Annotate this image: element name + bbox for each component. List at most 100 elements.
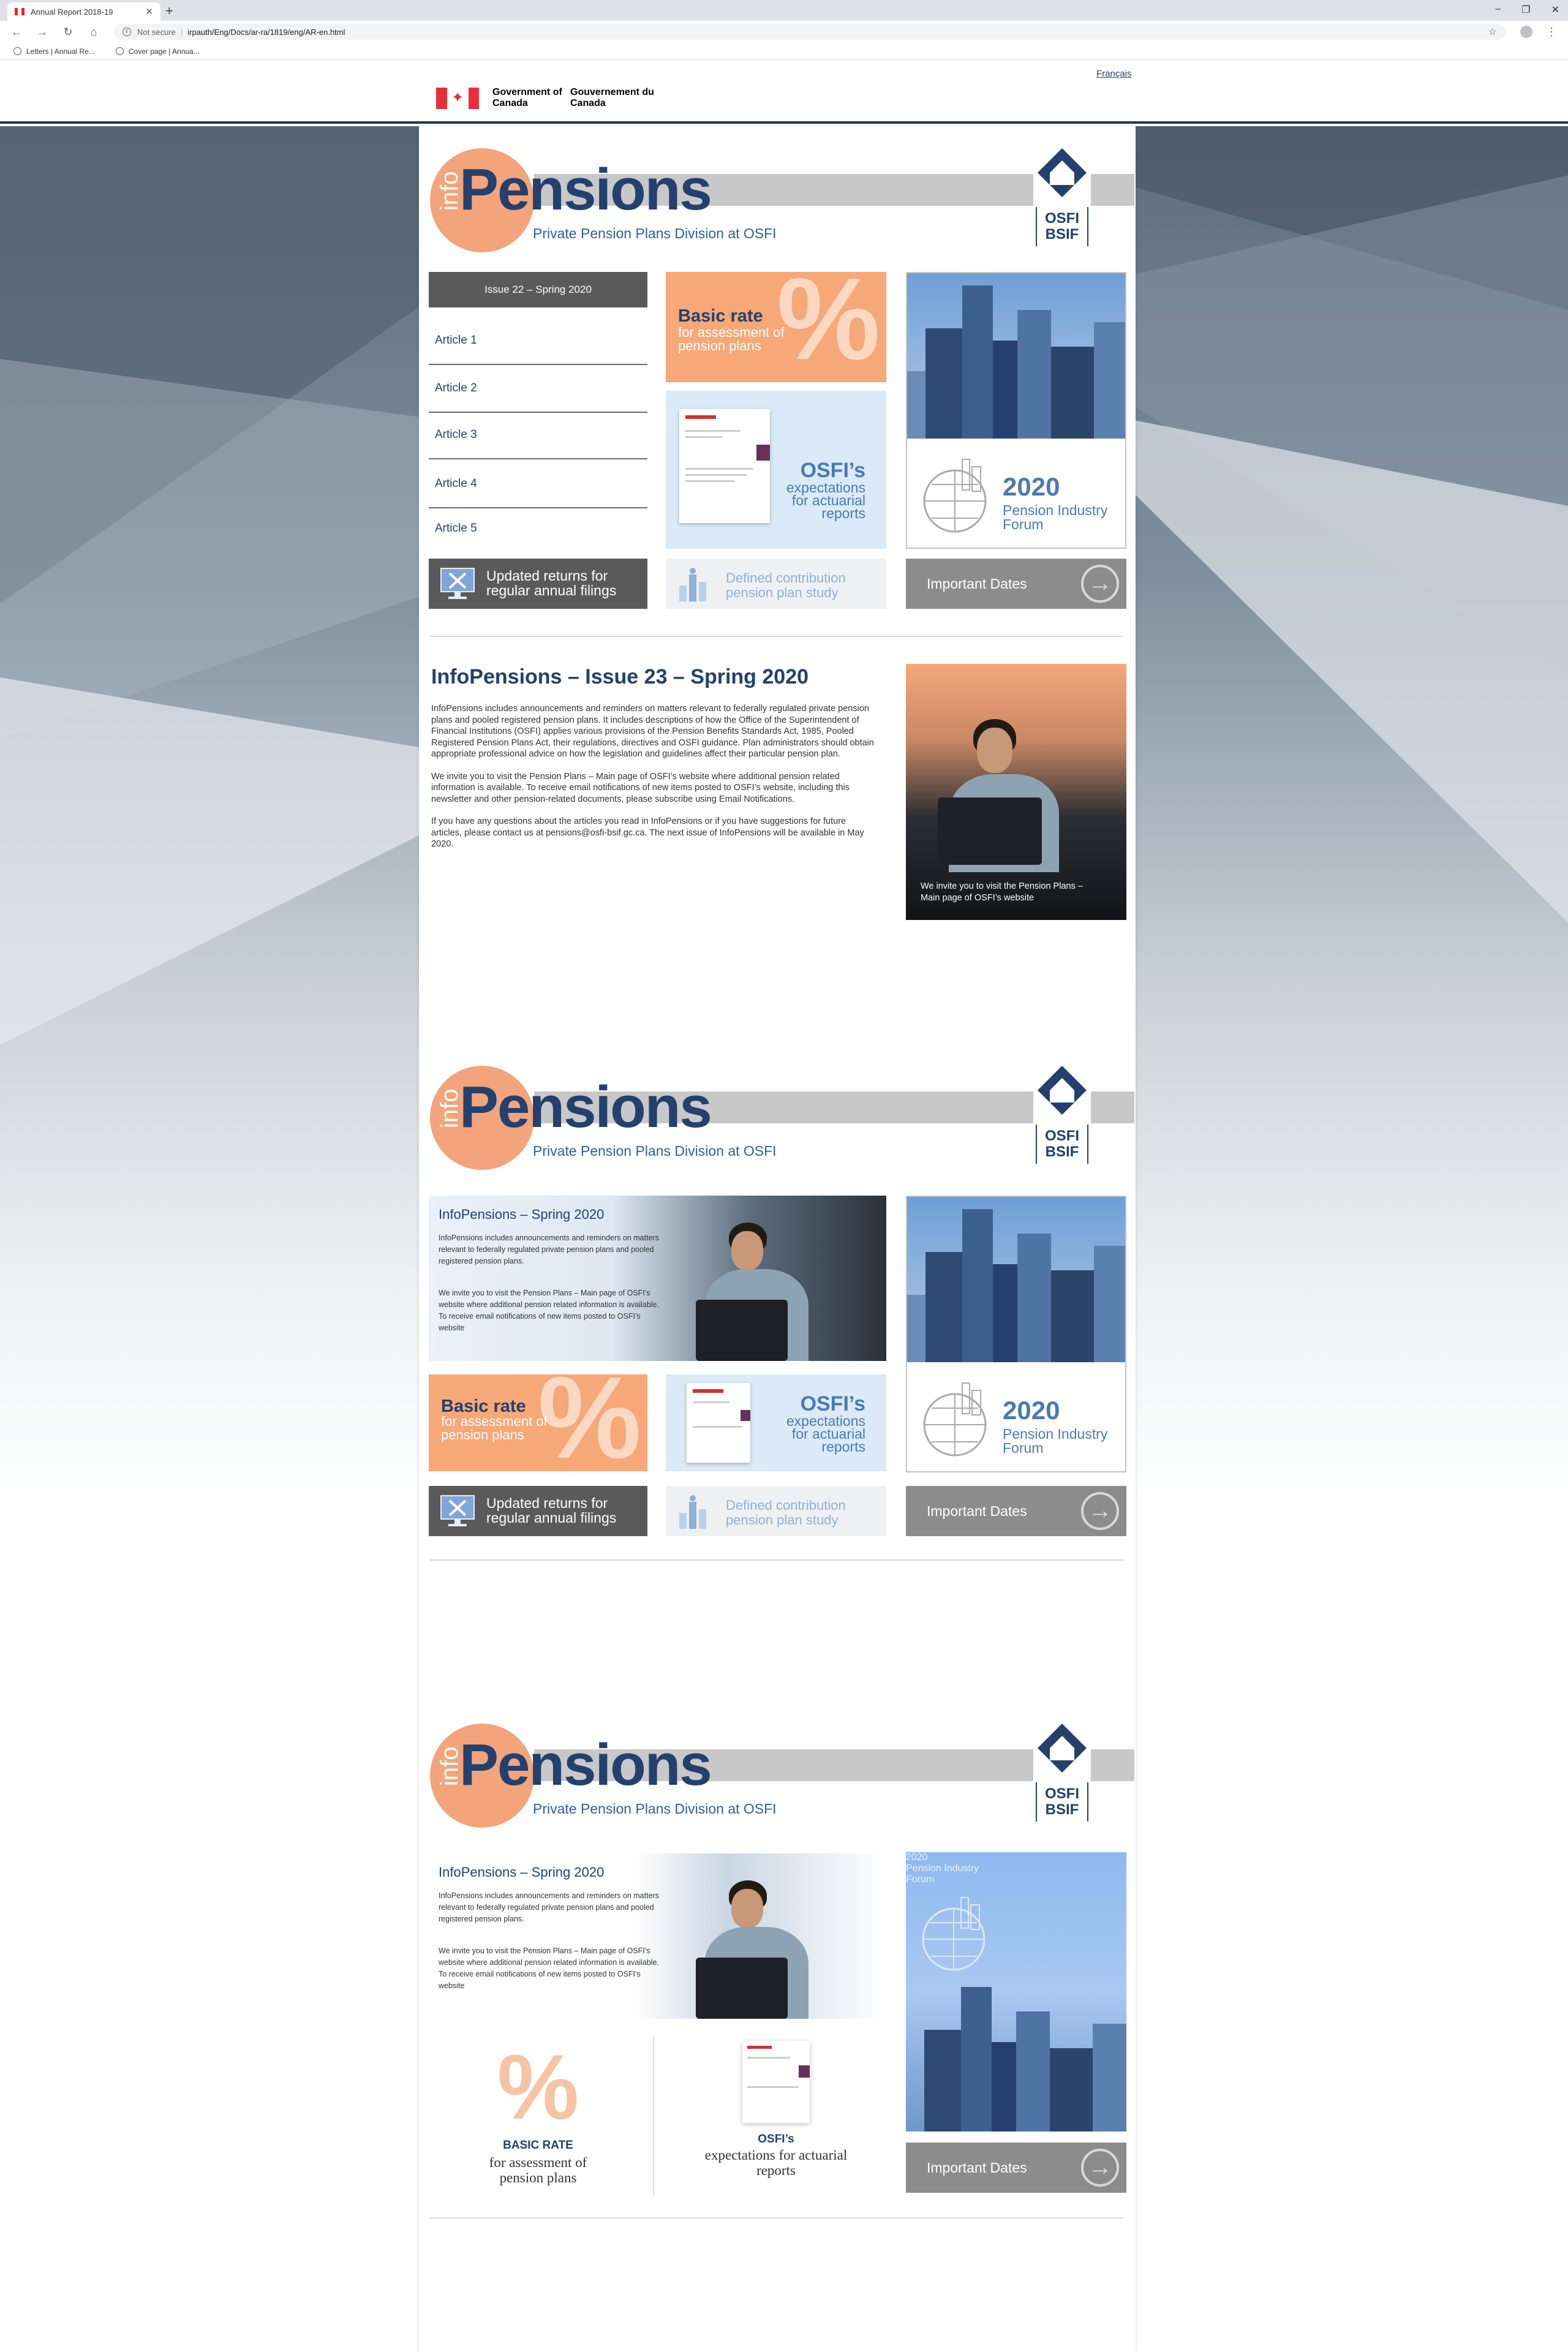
canada-flag-icon <box>15 8 24 15</box>
percent-icon: % <box>497 2035 579 2138</box>
forum-line1: Pension Industry <box>906 1863 979 1874</box>
osfi-mark-icon <box>1038 148 1087 197</box>
article-link-4[interactable]: Article 4 <box>429 461 647 508</box>
forum-line1: Pension Industry <box>1003 502 1108 518</box>
banner-title: Pensions <box>459 1732 712 1798</box>
address-bar[interactable]: i Not secure | irpauth/Eng/Docs/ar-ra/18… <box>114 24 1506 40</box>
report-cover-icon <box>687 1383 750 1463</box>
pension-forum-tile[interactable]: 2020 Pension Industry Forum <box>906 1852 1126 2132</box>
pension-forum-tile[interactable]: 2020 Pension Industry Forum <box>906 1196 1126 1472</box>
arrow-right-icon: → <box>1081 2149 1119 2187</box>
forum-year: 2020 <box>1003 1396 1060 1425</box>
osfi-expectations-line3: reports <box>821 1439 865 1455</box>
osfi-expectations-tile[interactable]: OSFI’s expectations for actuarial report… <box>666 391 886 549</box>
report-cover-icon <box>742 2041 810 2123</box>
globe-icon <box>115 47 124 55</box>
forward-icon[interactable]: → <box>37 26 48 39</box>
osfi-expectations-tile[interactable]: OSFI’s expectations for actuarial report… <box>666 1374 886 1471</box>
osfi-mark-icon <box>1038 1724 1087 1773</box>
new-tab-button[interactable]: + <box>165 4 173 18</box>
gc-signature[interactable]: ✦ Government of Canada Gouvernement du C… <box>436 87 656 109</box>
bookmark-item[interactable]: Cover page | Annua... <box>115 47 200 56</box>
basic-rate-tile[interactable]: % Basic rate for assessment of pension p… <box>666 272 886 382</box>
important-dates-tile[interactable]: Important Dates → <box>906 2143 1126 2193</box>
defined-contribution-tile[interactable]: Defined contribution pension plan study <box>666 1486 886 1536</box>
forum-year: 2020 <box>906 1852 928 1863</box>
banner-title: Pensions <box>459 1074 712 1140</box>
banner-title: Pensions <box>459 157 712 222</box>
defined-contribution-tile[interactable]: Defined contribution pension plan study <box>666 559 886 609</box>
logo-bsif-text: BSIF <box>1045 226 1079 243</box>
gov-name-fr: Gouvernement du Canada <box>570 87 654 108</box>
basic-rate-title: Basic rate <box>678 306 763 326</box>
updated-returns-line2: regular annual filings <box>486 1510 617 1526</box>
article-paragraph: InfoPensions includes announcements and … <box>431 704 874 759</box>
globe-city-icon <box>923 459 987 533</box>
defined-contribution-line1: Defined contribution <box>726 1498 846 1513</box>
home-icon[interactable]: ⌂ <box>88 26 99 39</box>
divider <box>430 1559 1123 1561</box>
menu-icon[interactable]: ⋮ <box>1546 26 1557 39</box>
feature-paragraph: InfoPensions includes announcements and … <box>439 1234 659 1265</box>
content-panel: info Pensions Private Pension Plans Divi… <box>419 126 1136 2352</box>
important-dates-label: Important Dates <box>927 576 1027 592</box>
feature-paragraph: InfoPensions includes announcements and … <box>439 1891 659 1923</box>
article-link-5[interactable]: Article 5 <box>429 505 647 552</box>
infopensions-feature-tile[interactable]: InfoPensions – Spring 2020 InfoPensions … <box>429 1853 886 2019</box>
article-paragraph: We invite you to visit the Pension Plans… <box>431 771 850 804</box>
defined-contribution-line2: pension plan study <box>726 1512 839 1528</box>
article-link-3[interactable]: Article 3 <box>429 412 647 459</box>
pension-forum-tile[interactable]: 2020 Pension Industry Forum <box>906 272 1126 549</box>
bar-chart-icon <box>679 568 706 601</box>
minimize-icon[interactable]: – <box>1495 4 1501 16</box>
url-text: irpauth/Eng/Docs/ar-ra/1819/eng/AR-en.ht… <box>187 27 345 37</box>
language-toggle-link[interactable]: Français <box>1096 69 1132 79</box>
logo-osfi-text: OSFI <box>1044 1128 1079 1144</box>
important-dates-tile[interactable]: Important Dates → <box>906 559 1126 609</box>
city-skyline-image <box>907 273 1125 439</box>
man-laptop-photo[interactable]: We invite you to visit the Pension Plans… <box>906 664 1126 920</box>
osfi-expectations-link[interactable]: OSFI’s expectations for actuarial report… <box>666 2041 886 2178</box>
monitor-tools-icon <box>440 568 475 599</box>
globe-city-icon <box>922 1897 986 1971</box>
bookmark-label: Letters | Annual Re... <box>26 47 95 56</box>
profile-avatar[interactable] <box>1520 26 1532 38</box>
logo-osfi-text: OSFI <box>1044 210 1079 227</box>
divider <box>653 2037 654 2196</box>
article-link-1[interactable]: Article 1 <box>429 317 647 365</box>
basic-rate-link[interactable]: % BASIC RATE for assessment of pension p… <box>429 2041 647 2185</box>
gc-header: Français ✦ Government of Canada Gouverne… <box>0 60 1568 124</box>
tab-title: Annual Report 2018-19 <box>31 7 113 17</box>
infopensions-feature-tile[interactable]: InfoPensions – Spring 2020 InfoPensions … <box>429 1196 886 1361</box>
arrow-right-icon: → <box>1081 1492 1119 1530</box>
important-dates-label: Important Dates <box>927 2160 1027 2176</box>
updated-returns-tile[interactable]: Updated returns for regular annual filing… <box>429 1486 647 1536</box>
updated-returns-line1: Updated returns for <box>486 568 608 584</box>
monitor-tools-icon <box>440 1495 475 1526</box>
feature-title: InfoPensions – Spring 2020 <box>439 1207 605 1222</box>
divider: | <box>180 27 183 37</box>
close-icon[interactable]: ✕ <box>145 6 153 17</box>
photo-caption: We invite you to visit the Pension Plans… <box>921 881 1083 903</box>
browser-tab[interactable]: Annual Report 2018-19 ✕ <box>7 2 160 21</box>
important-dates-label: Important Dates <box>927 1503 1027 1519</box>
basic-rate-tile[interactable]: % Basic rate for assessment of pension p… <box>429 1374 647 1471</box>
restore-icon[interactable]: ❐ <box>1521 4 1530 16</box>
feature-paragraph: We invite you to visit the Pension Plans… <box>439 1289 659 1332</box>
city-skyline-image <box>924 1987 1126 2132</box>
forum-line2: Forum <box>906 1874 935 1885</box>
reload-icon[interactable]: ↻ <box>62 26 74 39</box>
article-link-2[interactable]: Article 2 <box>429 365 647 413</box>
important-dates-tile[interactable]: Important Dates → <box>906 1486 1126 1536</box>
basic-rate-title: BASIC RATE <box>503 2139 573 2152</box>
forum-line2: Forum <box>1003 516 1044 532</box>
back-icon[interactable]: ← <box>11 26 22 39</box>
bookmark-item[interactable]: Letters | Annual Re... <box>13 47 95 56</box>
osfi-expectations-subtitle: expectations for actuarial reports <box>704 2147 848 2178</box>
banner-subtitle: Private Pension Plans Division at OSFI <box>533 1143 777 1159</box>
window-close-icon[interactable]: ✕ <box>1551 4 1559 16</box>
info-icon[interactable]: i <box>123 28 131 36</box>
osfi-expectations-title: OSFI’s <box>800 1392 865 1415</box>
star-icon[interactable]: ☆ <box>1488 26 1497 38</box>
updated-returns-tile[interactable]: Updated returns for regular annual filing… <box>429 559 647 609</box>
